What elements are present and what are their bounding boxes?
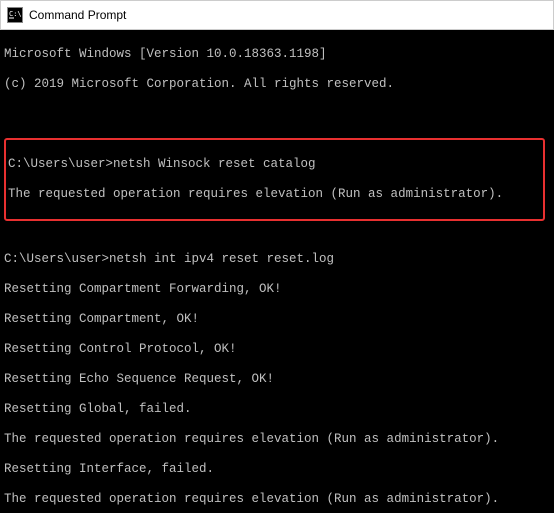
output-line: The requested operation requires elevati… <box>4 492 550 507</box>
highlighted-region: C:\Users\user>netsh Winsock reset catalo… <box>4 138 545 221</box>
output-line: Resetting Compartment, OK! <box>4 312 550 327</box>
output-line: Resetting Echo Sequence Request, OK! <box>4 372 550 387</box>
prompt-line: C:\Users\user>netsh Winsock reset catalo… <box>8 157 541 172</box>
output-line: Resetting Global, failed. <box>4 402 550 417</box>
svg-text:C:\: C:\ <box>9 10 22 18</box>
window-titlebar[interactable]: C:\ Command Prompt <box>0 0 554 30</box>
blank-line <box>4 107 550 122</box>
prompt-line: C:\Users\user>netsh int ipv4 reset reset… <box>4 252 550 267</box>
output-line: (c) 2019 Microsoft Corporation. All righ… <box>4 77 550 92</box>
output-line: Resetting Compartment Forwarding, OK! <box>4 282 550 297</box>
blank-line <box>4 222 550 237</box>
output-line: Microsoft Windows [Version 10.0.18363.11… <box>4 47 550 62</box>
output-line: The requested operation requires elevati… <box>4 432 550 447</box>
output-line: Resetting Interface, failed. <box>4 462 550 477</box>
output-line: The requested operation requires elevati… <box>8 187 541 202</box>
output-line: Resetting Control Protocol, OK! <box>4 342 550 357</box>
window-title: Command Prompt <box>29 8 126 22</box>
cmd-icon: C:\ <box>7 7 23 23</box>
terminal-output[interactable]: Microsoft Windows [Version 10.0.18363.11… <box>0 30 554 513</box>
